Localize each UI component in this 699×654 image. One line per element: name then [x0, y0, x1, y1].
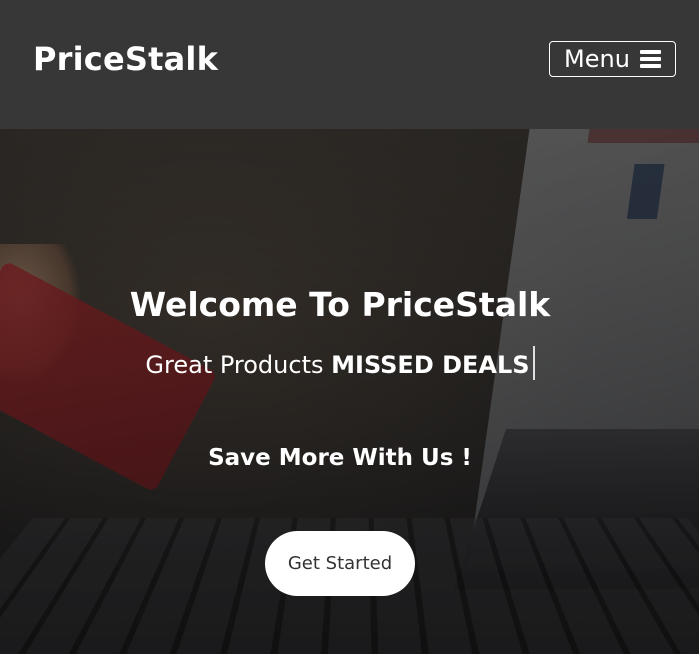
typing-cursor	[532, 346, 535, 380]
subtitle-prefix: Great Products	[145, 351, 324, 379]
hero-subtitle: Great Products MISSED DEALS	[0, 346, 680, 380]
hero-title: Welcome To PriceStalk	[129, 285, 551, 324]
menu-button[interactable]: Menu	[549, 41, 676, 77]
get-started-button[interactable]: Get Started	[265, 531, 415, 596]
menu-label: Menu	[564, 45, 630, 73]
subtitle-highlight: MISSED DEALS	[331, 351, 530, 379]
hero-section: Welcome To PriceStalk Great Products MIS…	[0, 129, 699, 654]
hamburger-icon	[639, 50, 661, 68]
brand-logo[interactable]: PriceStalk	[33, 40, 218, 78]
navbar: PriceStalk Menu	[0, 0, 699, 129]
hero-tagline: Save More With Us !	[208, 445, 472, 471]
